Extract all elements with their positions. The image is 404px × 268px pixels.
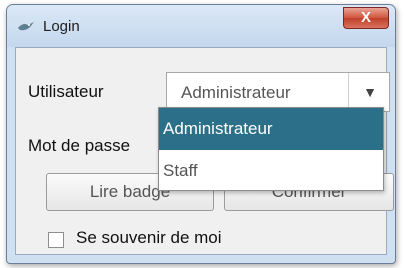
dropdown-option-staff[interactable]: Staff — [159, 150, 383, 192]
title-bar: Login X — [7, 5, 395, 47]
window-title: Login — [43, 18, 80, 35]
password-label: Mot de passe — [28, 136, 131, 155]
chevron-down-icon[interactable]: ▼ — [363, 84, 377, 100]
close-button[interactable]: X — [343, 7, 389, 29]
user-combobox-value: Administrateur — [181, 83, 291, 102]
user-combobox[interactable]: Administrateur ▼ — [166, 72, 390, 112]
user-label: Utilisateur — [28, 82, 104, 101]
remember-me-checkbox[interactable] — [48, 232, 64, 248]
bird-icon — [18, 22, 34, 31]
remember-me-label: Se souvenir de moi — [76, 228, 222, 247]
dropdown-option-administrateur[interactable]: Administrateur — [159, 108, 383, 150]
combo-separator — [348, 73, 349, 111]
user-dropdown-list: Administrateur Staff — [158, 107, 384, 191]
